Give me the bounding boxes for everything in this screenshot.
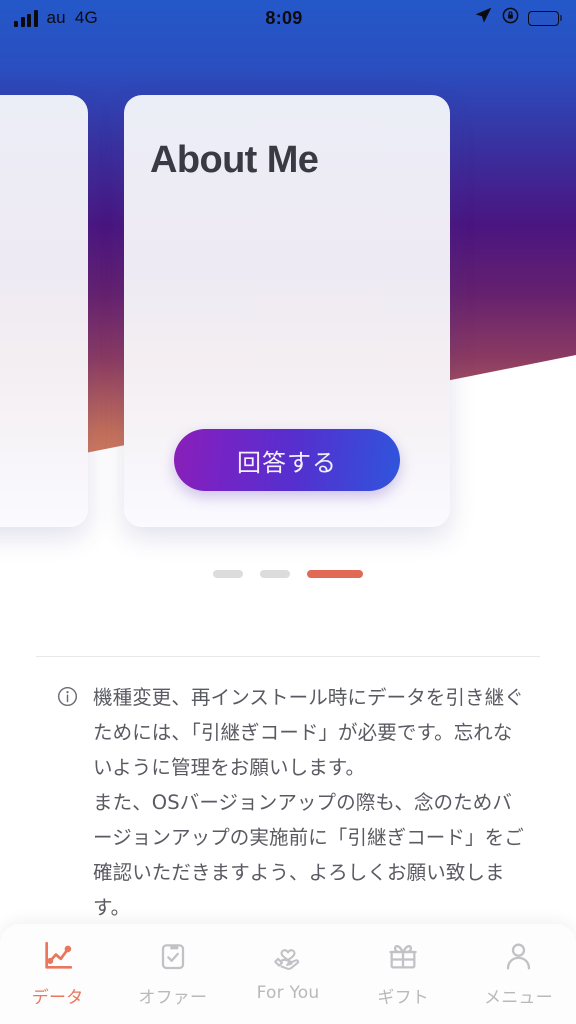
- status-bar-right: [307, 6, 563, 30]
- signal-bars-icon: [14, 10, 38, 27]
- tab-label-for-you: For You: [256, 983, 320, 1003]
- notice-text: 機種変更、再インストール時にデータを引き継ぐためには、「引継ぎコード」が必要です…: [93, 686, 524, 919]
- status-bar: au 4G 8:09: [0, 0, 576, 36]
- carousel-pagination[interactable]: [0, 570, 576, 578]
- pagination-dot[interactable]: [260, 570, 290, 578]
- tab-label-offers: オファー: [138, 988, 208, 1008]
- answer-button-label: 回答する: [237, 448, 337, 477]
- pagination-dot-active[interactable]: [307, 570, 363, 578]
- battery-icon: [527, 10, 563, 26]
- location-arrow-icon: [474, 6, 493, 30]
- answer-button[interactable]: 回答する: [174, 429, 400, 491]
- bottom-tab-bar[interactable]: データ オファー For You ギフト メニュー: [0, 924, 576, 1024]
- tab-label-data: データ: [31, 988, 84, 1008]
- clock-label: 8:09: [265, 7, 303, 28]
- tab-label-menu: メニュー: [484, 988, 553, 1008]
- network-type-label: 4G: [74, 8, 98, 27]
- tab-label-gift: ギフト: [377, 988, 430, 1008]
- tab-data[interactable]: データ: [0, 936, 115, 1008]
- notice-block: 機種変更、再インストール時にデータを引き継ぐためには、「引継ぎコード」が必要です…: [0, 680, 576, 925]
- info-circle-icon: [56, 685, 79, 925]
- tab-offers[interactable]: オファー: [115, 936, 230, 1008]
- carousel-card-previous[interactable]: e): [0, 95, 88, 527]
- card-carousel[interactable]: e) About Me 回答する: [0, 95, 576, 535]
- rotation-lock-icon: [501, 6, 520, 30]
- hand-heart-icon: [271, 936, 305, 976]
- section-divider: [36, 656, 540, 657]
- carrier-label: au: [46, 8, 66, 27]
- status-bar-left: au 4G: [14, 8, 269, 28]
- line-chart-icon: [41, 936, 75, 976]
- carousel-card-active[interactable]: About Me 回答する: [124, 95, 450, 527]
- gift-icon: [387, 936, 419, 976]
- card-title-active: About Me: [150, 139, 319, 181]
- person-icon: [502, 936, 535, 976]
- clipboard-check-icon: [157, 936, 189, 976]
- tab-for-you[interactable]: For You: [230, 936, 345, 1003]
- pagination-dot[interactable]: [213, 570, 243, 578]
- tab-gift[interactable]: ギフト: [346, 936, 461, 1008]
- tab-menu[interactable]: メニュー: [461, 936, 576, 1008]
